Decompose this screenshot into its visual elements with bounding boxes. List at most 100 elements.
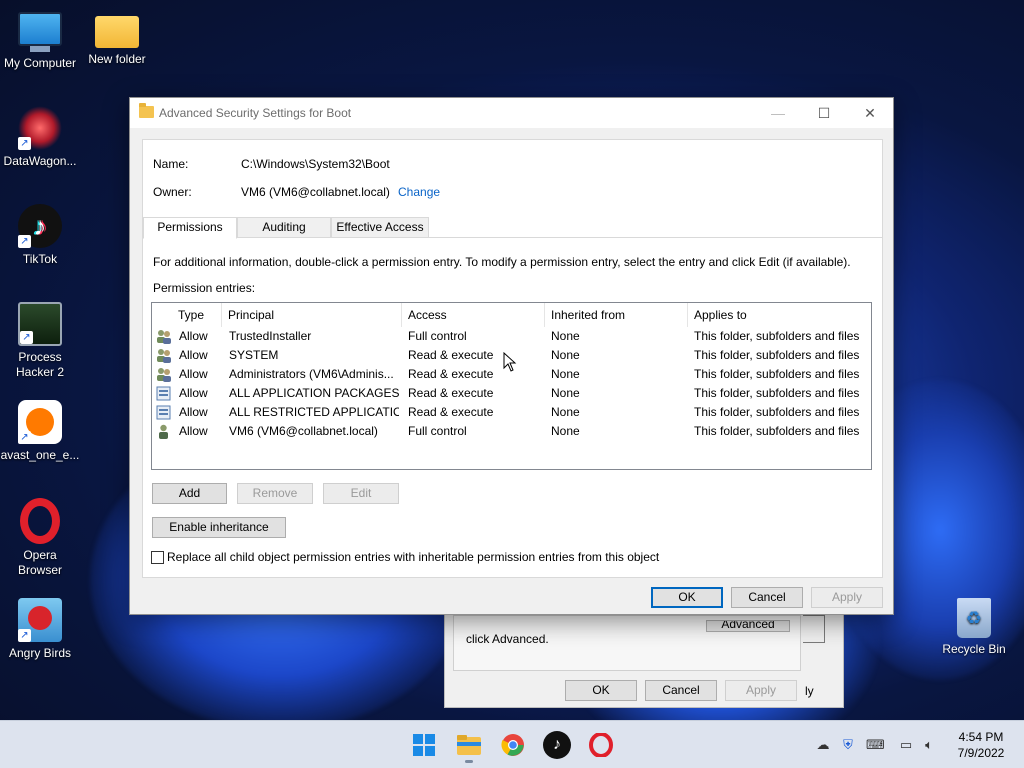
keyboard-icon[interactable]: ⌨ [866, 736, 885, 754]
row-principal: ALL APPLICATION PACKAGES [229, 386, 399, 400]
package-icon [156, 405, 171, 420]
minimize-icon[interactable]: — [755, 98, 801, 128]
ok-button[interactable]: OK [651, 587, 723, 608]
start-icon[interactable] [410, 731, 438, 759]
row-access: Read & execute [408, 348, 494, 362]
security-properties-dialog: click Advanced. Advanced OK Cancel Apply… [444, 600, 844, 708]
file-explorer-icon[interactable] [455, 731, 483, 763]
desktop-icon-process-hacker[interactable]: ↗ Process Hacker 2 [0, 302, 80, 380]
row-principal: VM6 (VM6@collabnet.local) [229, 424, 378, 438]
row-principal: SYSTEM [229, 348, 279, 362]
back-ok-button[interactable]: OK [565, 680, 637, 701]
desktop-icon-my-computer[interactable]: My Computer [0, 10, 80, 71]
desktop-icon-label: Opera Browser [17, 548, 62, 577]
column-header-applies-to[interactable]: Applies to [688, 303, 871, 327]
desktop-icon-label: avast_one_e... [0, 448, 80, 462]
desktop-icon-label: DataWagon... [3, 154, 77, 168]
desktop: My Computer New folder ↗ DataWagon... ♪ … [0, 0, 1024, 720]
row-type: Allow [179, 424, 208, 438]
row-inherited: None [551, 424, 580, 438]
column-header-principal[interactable]: Principal [222, 303, 402, 327]
info-text: For additional information, double-click… [153, 255, 851, 269]
desktop-icon-avast[interactable]: ↗ avast_one_e... [0, 400, 80, 463]
maximize-icon[interactable]: ☐ [801, 98, 847, 128]
tiktok-icon[interactable]: ♪ [543, 731, 571, 759]
folder-icon [139, 103, 154, 118]
column-header-access[interactable]: Access [402, 303, 545, 327]
remove-button[interactable]: Remove [237, 483, 313, 504]
permission-entries-table[interactable]: Type Principal Access Inherited from App… [151, 302, 872, 470]
opera-icon[interactable] [587, 731, 615, 759]
network-icon[interactable]: ▭ [897, 736, 915, 754]
table-row[interactable]: Allow VM6 (VM6@collabnet.local) Full con… [152, 422, 871, 441]
row-principal: Administrators (VM6\Adminis... [229, 367, 394, 381]
package-icon [156, 386, 171, 401]
desktop-icon-opera[interactable]: Opera Browser [0, 498, 80, 578]
title-bar[interactable]: Advanced Security Settings for Boot — ☐ … [130, 98, 893, 128]
edit-button[interactable]: Edit [323, 483, 399, 504]
cancel-button[interactable]: Cancel [731, 587, 803, 608]
tab-permissions[interactable]: Permissions [143, 217, 237, 239]
back-apply-partial: ly [805, 684, 814, 698]
change-owner-link[interactable]: Change [398, 185, 440, 199]
monitor-icon [18, 12, 62, 46]
row-applies-to: This folder, subfolders and files [694, 348, 860, 362]
enable-inheritance-button[interactable]: Enable inheritance [152, 517, 286, 538]
back-advanced-button[interactable]: Advanced [706, 620, 790, 632]
users-icon [156, 367, 171, 382]
back-dialog-panel: click Advanced. Advanced [453, 615, 801, 671]
chrome-icon[interactable] [499, 731, 527, 759]
row-type: Allow [179, 386, 208, 400]
process-hacker-icon: ↗ [18, 302, 62, 346]
row-inherited: None [551, 405, 580, 419]
apply-button[interactable]: Apply [811, 587, 883, 608]
row-type: Allow [179, 329, 208, 343]
shortcut-arrow-icon: ↗ [18, 235, 31, 248]
tab-auditing[interactable]: Auditing [237, 217, 331, 238]
row-inherited: None [551, 367, 580, 381]
owner-label: Owner: [153, 185, 192, 199]
defender-shield-icon[interactable]: ⛨ [839, 736, 857, 754]
row-access: Full control [408, 329, 467, 343]
tab-effective-access[interactable]: Effective Access [331, 217, 429, 238]
desktop-icon-new-folder[interactable]: New folder [77, 10, 157, 67]
row-inherited: None [551, 348, 580, 362]
red-bird [28, 606, 52, 630]
datawagon-icon: ↗ [18, 106, 62, 150]
name-value: C:\Windows\System32\Boot [241, 157, 390, 171]
replace-child-permissions-checkbox[interactable] [151, 551, 164, 564]
clock-time: 4:54 PM [958, 730, 1004, 744]
cloud-offline-icon[interactable]: ☁ [814, 736, 832, 754]
user-icon [156, 424, 171, 439]
column-header-type[interactable]: Type [172, 303, 222, 327]
clock[interactable]: 4:54 PM 7/9/2022 [946, 729, 1016, 761]
volume-icon[interactable]: 🔈︎ [920, 736, 938, 754]
row-principal: TrustedInstaller [229, 329, 312, 343]
column-header-inherited-from[interactable]: Inherited from [545, 303, 688, 327]
desktop-icon-label: My Computer [3, 56, 77, 70]
table-row[interactable]: Allow ALL RESTRICTED APPLICATIO... Read … [152, 403, 871, 422]
row-inherited: None [551, 329, 580, 343]
close-icon[interactable]: ✕ [847, 98, 893, 128]
taskbar: ♪ ☁ ⛨ ⌨ ▭ 🔈︎ 4:54 PM 7/9/2022 [0, 720, 1024, 768]
row-access: Read & execute [408, 367, 494, 381]
active-app-indicator [465, 760, 473, 763]
desktop-icon-tiktok[interactable]: ♪ ↗ TikTok [0, 204, 80, 267]
replace-child-permissions-label[interactable]: Replace all child object permission entr… [167, 550, 659, 564]
back-cancel-button[interactable]: Cancel [645, 680, 717, 701]
table-row[interactable]: Allow TrustedInstaller Full control None… [152, 327, 871, 346]
back-apply-button[interactable]: Apply [725, 680, 797, 701]
mouse-pointer-icon [503, 352, 517, 372]
permission-entries-label: Permission entries: [153, 281, 256, 295]
desktop-icon-datawagon[interactable]: ↗ DataWagon... [0, 106, 80, 169]
desktop-icon-angry-birds[interactable]: ↗ Angry Birds [0, 598, 80, 661]
table-row[interactable]: Allow ALL APPLICATION PACKAGES Read & ex… [152, 384, 871, 403]
clock-date: 7/9/2022 [957, 746, 1005, 760]
owner-value: VM6 (VM6@collabnet.local) [241, 185, 390, 199]
shortcut-arrow-icon: ↗ [18, 629, 31, 642]
row-access: Full control [408, 424, 467, 438]
desktop-icon-recycle-bin[interactable]: ♻ Recycle Bin [934, 598, 1014, 657]
add-button[interactable]: Add [152, 483, 227, 504]
desktop-icon-label: Recycle Bin [942, 642, 1006, 656]
row-applies-to: This folder, subfolders and files [694, 405, 860, 419]
